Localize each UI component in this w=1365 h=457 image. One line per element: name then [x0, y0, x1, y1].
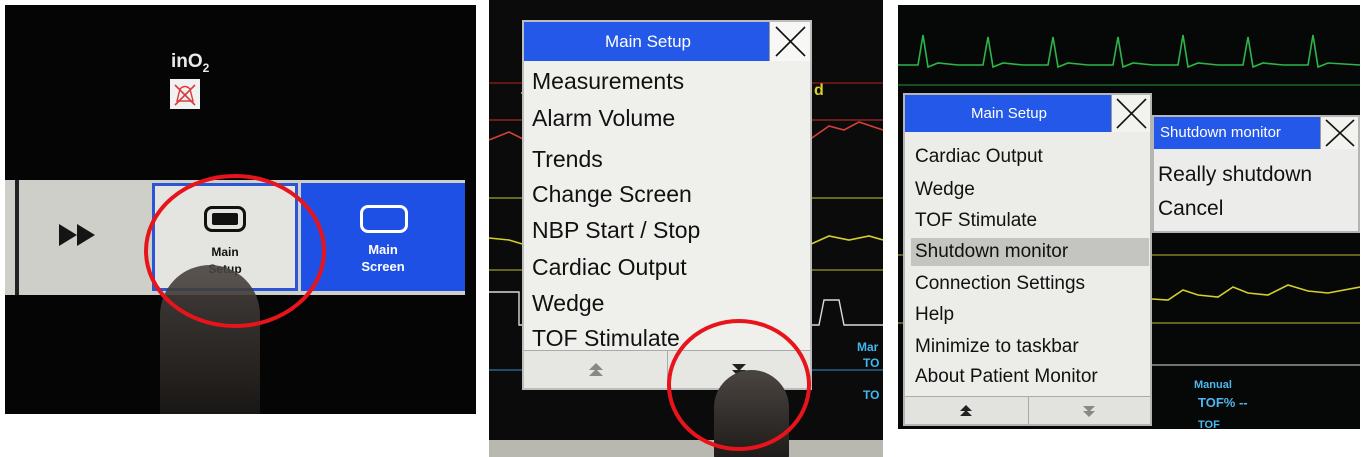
tof-percent-value: --	[1238, 395, 1248, 410]
close-icon[interactable]	[1320, 117, 1358, 149]
scroll-down-icon[interactable]	[1027, 397, 1151, 425]
menu-title: Main Setup	[905, 95, 1113, 132]
dialog-title: Shutdown monitor	[1154, 117, 1322, 149]
cancel-option[interactable]: Cancel	[1158, 197, 1223, 221]
menu-item-wedge[interactable]: Wedge	[911, 176, 1149, 204]
menu-item-tof-stimulate[interactable]: TOF Stimulate	[911, 207, 1149, 235]
tof-percent-label: TOF% --	[1198, 395, 1248, 410]
menu-scroll-bar	[905, 396, 1151, 425]
menu-item-help[interactable]: Help	[911, 301, 1149, 329]
main-setup-menu: Main Setup Cardiac Output Wedge TOF Stim…	[903, 93, 1152, 426]
manual-label: Manual	[1194, 379, 1232, 391]
menu-item-cardiac-output[interactable]: Cardiac Output	[911, 143, 1149, 171]
menu-item-minimize-to-taskbar[interactable]: Minimize to taskbar	[911, 333, 1149, 361]
shutdown-dialog: Shutdown monitor Really shutdown Cancel	[1152, 115, 1360, 233]
close-icon[interactable]	[1111, 95, 1150, 132]
panel-main-setup-menu: T d Mar TO TO Main Setup Measurements Al…	[489, 0, 883, 457]
really-shutdown-option[interactable]: Really shutdown	[1158, 163, 1312, 187]
scroll-up-icon[interactable]	[905, 397, 1028, 425]
panel-main-setup-button: inO2 Main Setup Main Screen	[5, 5, 476, 414]
tof-label: TOF	[1198, 419, 1220, 429]
menu-item-shutdown-monitor[interactable]: Shutdown monitor	[911, 238, 1149, 266]
menu-item-about-patient-monitor[interactable]: About Patient Monitor	[911, 363, 1149, 391]
menu-item-connection-settings[interactable]: Connection Settings	[911, 270, 1149, 298]
panel-shutdown-dialog: Main Setup Cardiac Output Wedge TOF Stim…	[898, 5, 1360, 429]
highlight-circle	[144, 174, 326, 328]
highlight-circle	[667, 319, 811, 451]
